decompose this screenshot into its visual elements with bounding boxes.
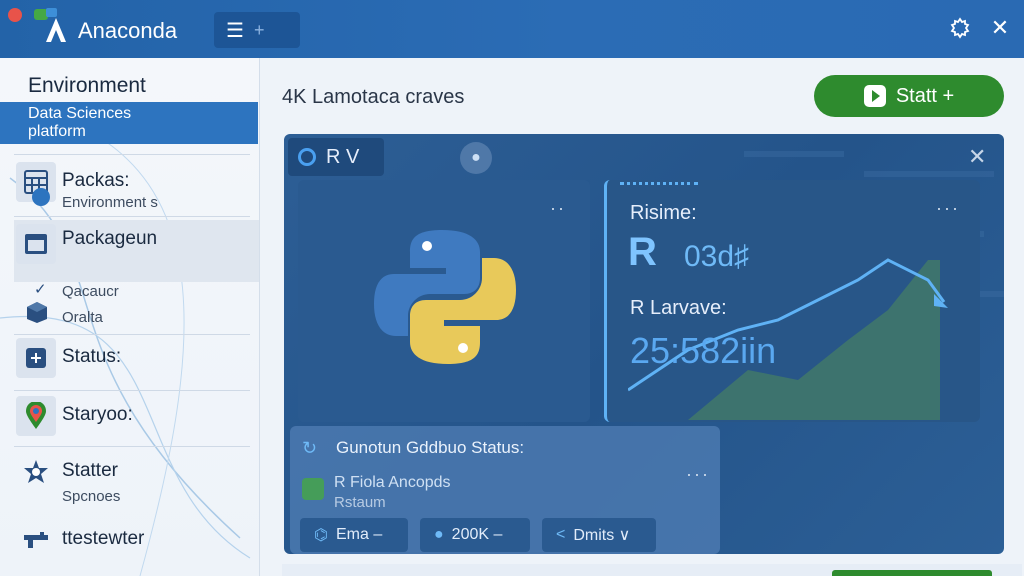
chart-icon: <: [556, 526, 566, 543]
pin-icon: ●: [434, 526, 444, 543]
status-icon: ↻: [302, 438, 318, 458]
tool-icon: [16, 520, 56, 560]
hamburger-icon: ☰: [226, 19, 244, 42]
anaconda-logo-icon: [34, 8, 66, 42]
box-icon: [24, 298, 50, 324]
main-menu-button[interactable]: ☰ +: [214, 12, 300, 48]
selected-line2: platform: [28, 123, 86, 140]
map-pin-icon: [16, 396, 56, 436]
env-icon: [302, 478, 324, 500]
divider: [14, 446, 250, 447]
sidebar-item-label: Qacaucr: [62, 283, 119, 300]
settings-gear-icon[interactable]: [946, 14, 974, 42]
window-close-dot[interactable]: [8, 8, 22, 22]
status-title: Gunotun Gddbuo Status:: [336, 438, 525, 457]
chip-label: Ema –: [335, 526, 383, 543]
page-title: 4K Lamotaca craves: [282, 86, 465, 108]
tab-r-version[interactable]: R V: [288, 138, 384, 176]
chip-dmits-dropdown[interactable]: < Dmits ∨: [542, 518, 656, 552]
title-bar: Anaconda ☰ + ✕: [0, 0, 1024, 58]
radio-icon: [298, 148, 316, 166]
sidebar-item-sub: Environment s: [62, 194, 158, 211]
runtime-value: 03d♯: [684, 240, 750, 273]
sidebar-item-sub: Oralta: [62, 309, 103, 326]
sidebar-item-label: Packas:: [62, 170, 130, 191]
divider: [14, 154, 250, 155]
divider: [14, 334, 250, 335]
sidebar-item-label: ttestewter: [62, 528, 145, 549]
python-logo-icon: [374, 230, 516, 364]
menu-plus: +: [253, 19, 265, 40]
python-icon: ⌬: [314, 527, 328, 544]
language-value: 25:582iin: [630, 330, 777, 371]
app-title: Anaconda: [78, 18, 178, 43]
calculator-icon: [16, 162, 56, 206]
divider: [14, 390, 250, 391]
runtime-label: Risime:: [630, 202, 697, 224]
tab-label: R V: [326, 145, 360, 168]
play-icon: [863, 85, 886, 107]
sync-badge-icon: [32, 188, 50, 206]
status-line1: R Fiola Ancopds: [334, 474, 451, 491]
chip-label: Dmits ∨: [573, 527, 631, 544]
sidebar-item-data-sciences[interactable]: Data Sciences platform: [0, 102, 258, 144]
language-label: R Larvave:: [630, 297, 727, 319]
window-icon: [16, 224, 56, 264]
close-icon[interactable]: ✕: [986, 14, 1014, 42]
tab-chat-icon[interactable]: ●: [460, 142, 492, 174]
bottom-start-button-edge[interactable]: [832, 570, 992, 576]
sidebar-environment-heading: Environment: [28, 74, 146, 97]
chip-label: 200K –: [451, 526, 503, 543]
sidebar-item-label: Status:: [62, 346, 122, 367]
sidebar-item-ttestewter[interactable]: ttestewter: [16, 520, 259, 560]
sidebar-item-packageun[interactable]: Packageun: [14, 220, 259, 282]
more-icon[interactable]: ···: [686, 464, 710, 485]
star-badge-icon: [16, 452, 56, 492]
start-button-label: Statt +: [895, 84, 955, 107]
status-line2: Rstaum: [334, 494, 386, 511]
start-button[interactable]: Statt +: [814, 75, 1004, 117]
sidebar-item-label: Packageun: [62, 228, 158, 249]
python-card: ··: [298, 180, 590, 422]
more-icon[interactable]: ··: [550, 198, 566, 219]
tab-indicator: [620, 182, 698, 185]
sidebar-item-status[interactable]: Status:: [16, 338, 259, 378]
runtime-R: R: [628, 230, 657, 274]
more-icon[interactable]: ···: [936, 198, 960, 219]
sidebar: Environment Data Sciences platform Packa…: [0, 58, 260, 576]
sidebar-item-label: Staryoo:: [62, 404, 133, 425]
panel-close-icon[interactable]: ✕: [968, 144, 986, 170]
chip-ema[interactable]: ⌬ Ema –: [300, 518, 408, 552]
chip-200k[interactable]: ● 200K –: [420, 518, 530, 552]
sidebar-item-statter[interactable]: Statter: [16, 452, 259, 492]
divider: [14, 216, 250, 217]
check-icon: ✓: [34, 281, 47, 298]
sidebar-item-label: Statter: [62, 460, 118, 481]
plus-square-icon: [16, 338, 56, 378]
selected-line1: Data Sciences: [28, 105, 132, 122]
sidebar-item-sub: Spcnoes: [62, 488, 121, 505]
sidebar-item-staryoo[interactable]: Staryoo:: [16, 396, 259, 436]
